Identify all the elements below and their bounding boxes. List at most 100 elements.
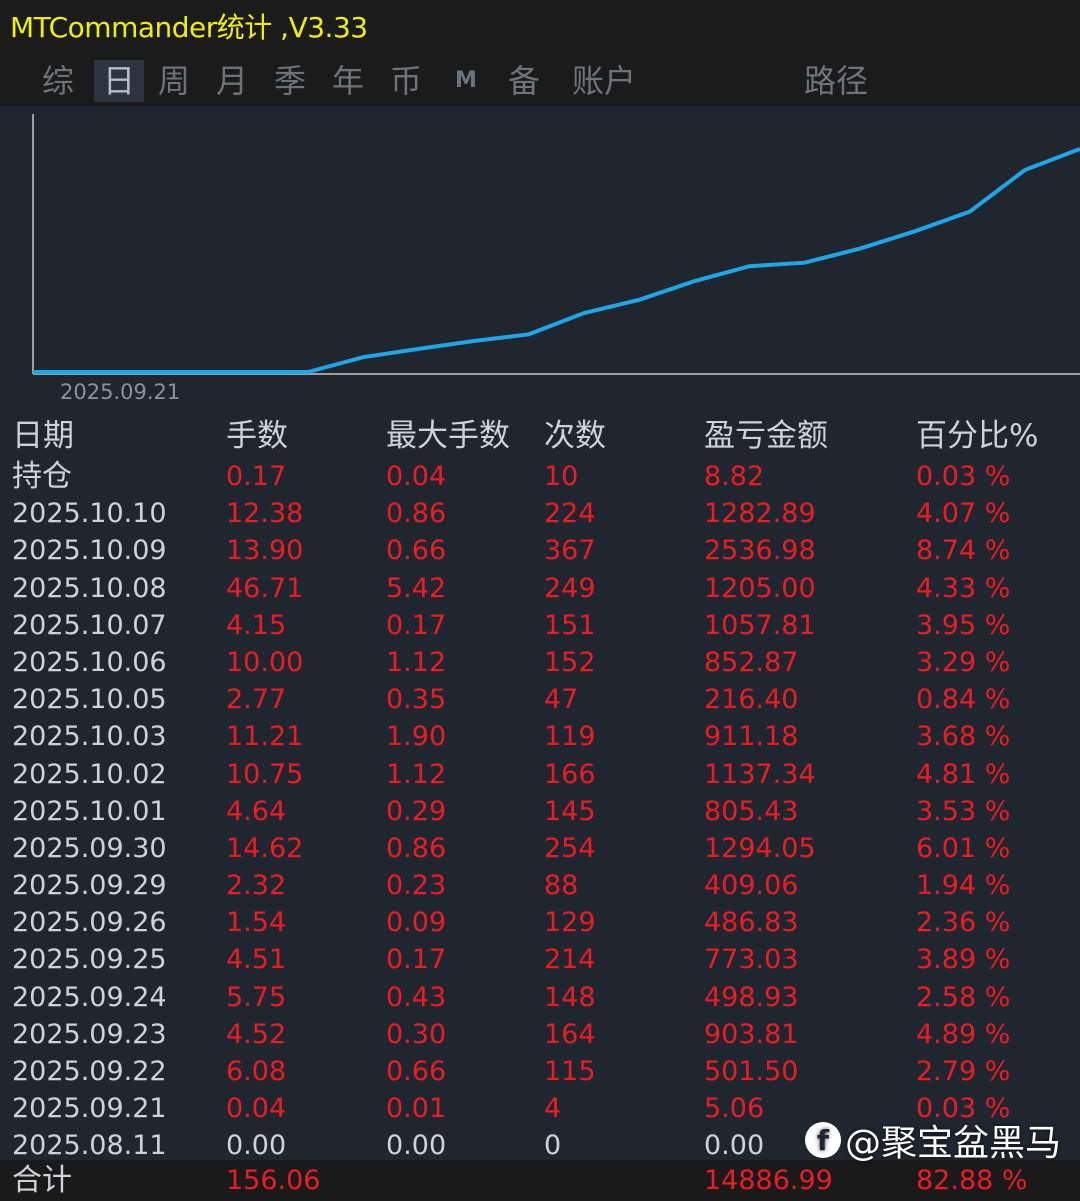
- table-body: 持仓 0.17 0.04 10 8.82 0.03 % 2025.10.10 12.38 0.8…: [0, 458, 1080, 1165]
- cell-pnl: 409.06: [704, 870, 799, 902]
- cell-count: 10: [544, 461, 579, 492]
- total-row: 合计 156.06 14886.99 82.88 %: [0, 1160, 1080, 1201]
- cell-date: 2025.10.09: [12, 535, 167, 567]
- cell-lots: 6.08: [226, 1056, 287, 1087]
- cell-date: 2025.10.02: [12, 758, 167, 790]
- table-row: 2025.10.06 10.00 1.12 152 852.87 3.29 %: [0, 644, 1080, 681]
- cell-max-lots: 0.86: [386, 498, 447, 530]
- table-row: 2025.10.02 10.75 1.12 166 1137.34 4.81 %: [0, 756, 1080, 793]
- tab-overview[interactable]: 综: [36, 60, 80, 102]
- equity-chart: 2025.09.21: [0, 106, 1080, 408]
- cell-pnl: 501.50: [704, 1056, 799, 1087]
- cell-pct: 3.95 %: [916, 609, 1011, 641]
- cell-count: 145: [544, 795, 596, 827]
- cell-date: 2025.10.08: [12, 572, 167, 604]
- cell-count: 224: [544, 498, 596, 530]
- cell-max-lots: 0.09: [386, 907, 447, 939]
- cell-date: 2025.10.05: [12, 684, 167, 716]
- cell-pnl: 2536.98: [704, 535, 816, 567]
- cell-pnl: 5.06: [704, 1093, 765, 1125]
- cell-max-lots: 0.43: [386, 981, 447, 1013]
- header-count: 次数: [544, 418, 606, 454]
- tab-m[interactable]: M: [448, 60, 484, 102]
- tab-daily[interactable]: 日: [94, 60, 144, 102]
- cell-lots: 1.54: [226, 907, 287, 939]
- tab-currency[interactable]: 币: [384, 60, 428, 102]
- table-row: 2025.09.30 14.62 0.86 254 1294.05 6.01 %: [0, 830, 1080, 867]
- cell-pct: 0.03 %: [916, 461, 1011, 492]
- header-max-lots: 最大手数: [386, 418, 510, 454]
- table-row: 2025.10.01 4.64 0.29 145 805.43 3.53 %: [0, 793, 1080, 830]
- cell-max-lots: 1.90: [386, 721, 447, 753]
- cell-lots: 10.75: [226, 758, 304, 790]
- table-row: 2025.09.26 1.54 0.09 129 486.83 2.36 %: [0, 904, 1080, 941]
- cell-count: 115: [544, 1056, 596, 1087]
- table-row: 2025.09.24 5.75 0.43 148 498.93 2.58 %: [0, 979, 1080, 1016]
- tab-yearly[interactable]: 年: [326, 60, 370, 102]
- cell-date: 2025.09.24: [12, 981, 167, 1013]
- cell-lots: 0.17: [226, 461, 287, 492]
- header-pnl: 盈亏金额: [704, 418, 828, 454]
- tab-path[interactable]: 路径: [800, 60, 872, 102]
- cell-count: 0: [544, 1130, 562, 1162]
- cell-max-lots: 0.23: [386, 870, 447, 902]
- cell-pnl: 805.43: [704, 795, 799, 827]
- cell-max-lots: 0.30: [386, 1018, 447, 1050]
- watermark: f @聚宝盆黑马: [805, 1118, 1061, 1164]
- cell-pct: 1.94 %: [916, 870, 1011, 902]
- cell-max-lots: 1.12: [386, 758, 447, 790]
- cell-count: 129: [544, 907, 596, 939]
- table-row: 2025.10.07 4.15 0.17 151 1057.81 3.95 %: [0, 607, 1080, 644]
- cell-count: 249: [544, 572, 596, 604]
- header-lots: 手数: [226, 418, 288, 454]
- cell-pct: 2.58 %: [916, 981, 1011, 1013]
- cell-pnl: 773.03: [704, 944, 799, 976]
- total-pct: 82.88 %: [916, 1165, 1028, 1196]
- cell-lots: 14.62: [226, 832, 304, 864]
- cell-max-lots: 0.35: [386, 684, 447, 716]
- cell-lots: 10.00: [226, 646, 304, 678]
- daily-stats-table: 日期 手数 最大手数 次数 盈亏金额 百分比% 持仓 0.17 0.04 10 8.82…: [0, 414, 1080, 1165]
- tab-monthly[interactable]: 月: [210, 60, 254, 102]
- cell-pnl: 1294.05: [704, 832, 816, 864]
- cell-max-lots: 0.17: [386, 609, 447, 641]
- cell-lots: 11.21: [226, 721, 304, 753]
- total-pnl: 14886.99: [704, 1165, 833, 1196]
- title-bar: MTCommander统计 ,V3.33: [0, 0, 1080, 50]
- tab-quarterly[interactable]: 季: [268, 60, 312, 102]
- cell-count: 88: [544, 870, 579, 902]
- cell-count: 166: [544, 758, 596, 790]
- window-title: MTCommander统计 ,V3.33: [10, 11, 368, 44]
- cell-max-lots: 0.66: [386, 535, 447, 567]
- cell-pct: 4.07 %: [916, 498, 1011, 530]
- table-row: 2025.10.08 46.71 5.42 249 1205.00 4.33 %: [0, 570, 1080, 607]
- cell-max-lots: 0.29: [386, 795, 447, 827]
- cell-date: 2025.09.22: [12, 1056, 167, 1087]
- cell-pnl: 0.00: [704, 1130, 765, 1162]
- facebook-icon: f: [805, 1122, 841, 1158]
- cell-count: 4: [544, 1093, 562, 1125]
- cell-pnl: 903.81: [704, 1018, 799, 1050]
- cell-date: 2025.09.30: [12, 832, 167, 864]
- cell-date: 2025.10.01: [12, 795, 167, 827]
- cell-date: 2025.09.23: [12, 1018, 167, 1050]
- total-lots: 156.06: [226, 1165, 321, 1196]
- tab-notes[interactable]: 备: [502, 60, 546, 102]
- cell-lots: 0.00: [226, 1130, 287, 1162]
- cell-pnl: 498.93: [704, 981, 799, 1013]
- cell-max-lots: 0.17: [386, 944, 447, 976]
- cell-count: 367: [544, 535, 596, 567]
- cell-pct: 3.29 %: [916, 646, 1011, 678]
- cell-pct: 4.33 %: [916, 572, 1011, 604]
- table-row: 2025.10.03 11.21 1.90 119 911.18 3.68 %: [0, 718, 1080, 755]
- tab-weekly[interactable]: 周: [152, 60, 196, 102]
- cell-count: 214: [544, 944, 596, 976]
- cell-max-lots: 0.01: [386, 1093, 447, 1125]
- cell-pnl: 8.82: [704, 461, 765, 492]
- cell-pnl: 1205.00: [704, 572, 816, 604]
- cell-pct: 4.81 %: [916, 758, 1011, 790]
- cell-date: 2025.09.29: [12, 870, 167, 902]
- table-row: 持仓 0.17 0.04 10 8.82 0.03 %: [0, 458, 1080, 495]
- tab-account[interactable]: 账户: [568, 60, 640, 102]
- cell-count: 151: [544, 609, 596, 641]
